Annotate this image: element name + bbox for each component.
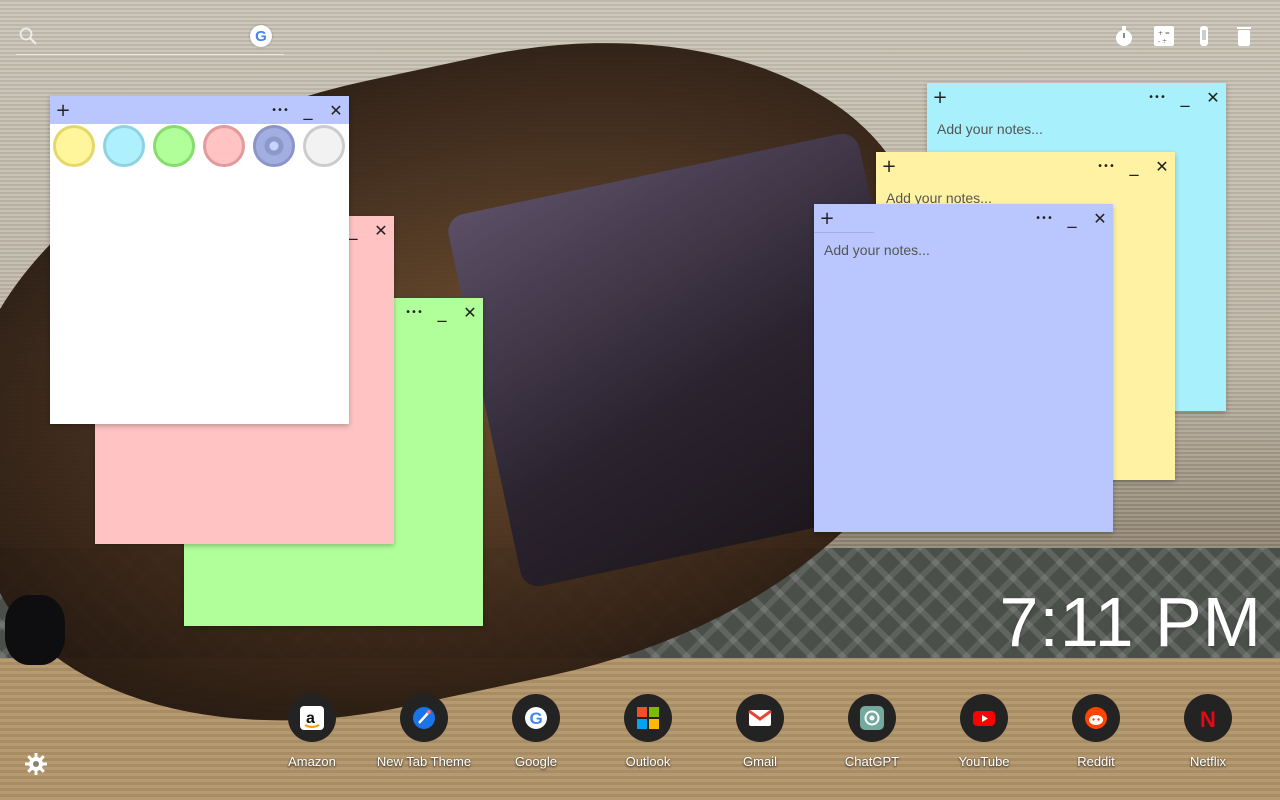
shortcut-outlook[interactable]: Outlook (592, 694, 704, 769)
add-note-button[interactable]: + (929, 83, 951, 111)
gear-icon[interactable] (24, 752, 48, 776)
svg-text:a: a (306, 710, 315, 727)
shortcut-label[interactable]: Reddit (1040, 754, 1152, 769)
shortcut-gmail[interactable]: Gmail (704, 694, 816, 769)
note-periwinkle[interactable]: + ••• _ ✕ Add your notes... (814, 204, 1113, 532)
swatch-pink[interactable] (203, 125, 245, 167)
shortcut-label[interactable]: Outlook (592, 754, 704, 769)
more-options-button[interactable]: ••• (1033, 204, 1055, 232)
shortcut-label[interactable]: Netflix (1152, 754, 1264, 769)
swatch-periwinkle[interactable] (253, 125, 295, 167)
svg-text:- ÷: - ÷ (1158, 38, 1167, 45)
svg-text:+ =: + = (1158, 30, 1170, 37)
close-note-button[interactable]: ✕ (325, 96, 347, 124)
shortcut-chatgpt[interactable]: ChatGPT (816, 694, 928, 769)
trash-icon[interactable] (1232, 24, 1256, 48)
timer-icon[interactable] (1112, 24, 1136, 48)
amazon-icon[interactable]: a (288, 694, 336, 742)
more-options-button[interactable]: ••• (269, 96, 291, 124)
note-text-placeholder[interactable]: Add your notes... (937, 121, 1043, 137)
clock: 7:11 PM (999, 583, 1262, 661)
swatch-yellow[interactable] (53, 125, 95, 167)
note-header-divider (814, 232, 874, 233)
close-note-button[interactable]: ✕ (1202, 83, 1224, 111)
shortcut-label[interactable]: Gmail (704, 754, 816, 769)
minimize-note-button[interactable]: _ (431, 298, 453, 326)
add-note-button[interactable]: + (816, 204, 838, 232)
gmail-icon[interactable] (736, 694, 784, 742)
note-text-placeholder[interactable]: Add your notes... (824, 242, 930, 258)
swatch-white[interactable] (303, 125, 345, 167)
background-knob (5, 595, 65, 665)
close-note-button[interactable]: ✕ (459, 298, 481, 326)
shortcut-youtube[interactable]: YouTube (928, 694, 1040, 769)
shortcut-label[interactable]: New Tab Theme (368, 754, 480, 769)
google-g-icon[interactable]: G (250, 25, 272, 47)
more-options-button[interactable]: ••• (1095, 152, 1117, 180)
close-note-button[interactable]: ✕ (1151, 152, 1173, 180)
google-icon[interactable]: G (512, 694, 560, 742)
shortcut-amazon[interactable]: a Amazon (256, 694, 368, 769)
shortcut-label[interactable]: YouTube (928, 754, 1040, 769)
shortcut-reddit[interactable]: Reddit (1040, 694, 1152, 769)
note-color-picker[interactable]: + ••• _ ✕ (50, 96, 349, 424)
more-options-button[interactable]: ••• (403, 298, 425, 326)
shortcut-new-tab-theme[interactable]: New Tab Theme (368, 694, 480, 769)
reddit-icon[interactable] (1072, 694, 1120, 742)
search-input[interactable] (46, 26, 250, 50)
swatch-blue[interactable] (103, 125, 145, 167)
shortcut-label[interactable]: Amazon (256, 754, 368, 769)
search-icon[interactable] (18, 26, 38, 51)
new-tab-theme-icon[interactable] (400, 694, 448, 742)
outlook-icon[interactable] (624, 694, 672, 742)
shortcut-label[interactable]: Google (480, 754, 592, 769)
svg-text:N: N (1200, 707, 1216, 731)
eyedropper-icon[interactable] (1192, 24, 1216, 48)
shortcut-google[interactable]: G Google (480, 694, 592, 769)
minimize-note-button[interactable]: _ (297, 96, 319, 124)
netflix-icon[interactable]: N (1184, 694, 1232, 742)
calculator-icon[interactable]: + = - ÷ (1152, 24, 1176, 48)
youtube-icon[interactable] (960, 694, 1008, 742)
minimize-note-button[interactable]: _ (1174, 83, 1196, 111)
add-note-button[interactable]: + (52, 96, 74, 124)
shortcut-netflix[interactable]: N Netflix (1152, 694, 1264, 769)
chatgpt-icon[interactable] (848, 694, 896, 742)
minimize-note-button[interactable]: _ (1061, 204, 1083, 232)
shortcut-label[interactable]: ChatGPT (816, 754, 928, 769)
close-note-button[interactable]: ✕ (370, 216, 392, 244)
close-note-button[interactable]: ✕ (1089, 204, 1111, 232)
swatch-green[interactable] (153, 125, 195, 167)
search-bar: G (16, 24, 284, 55)
add-note-button[interactable]: + (878, 152, 900, 180)
more-options-button[interactable]: ••• (1146, 83, 1168, 111)
svg-text:G: G (530, 709, 543, 728)
minimize-note-button[interactable]: _ (1123, 152, 1145, 180)
